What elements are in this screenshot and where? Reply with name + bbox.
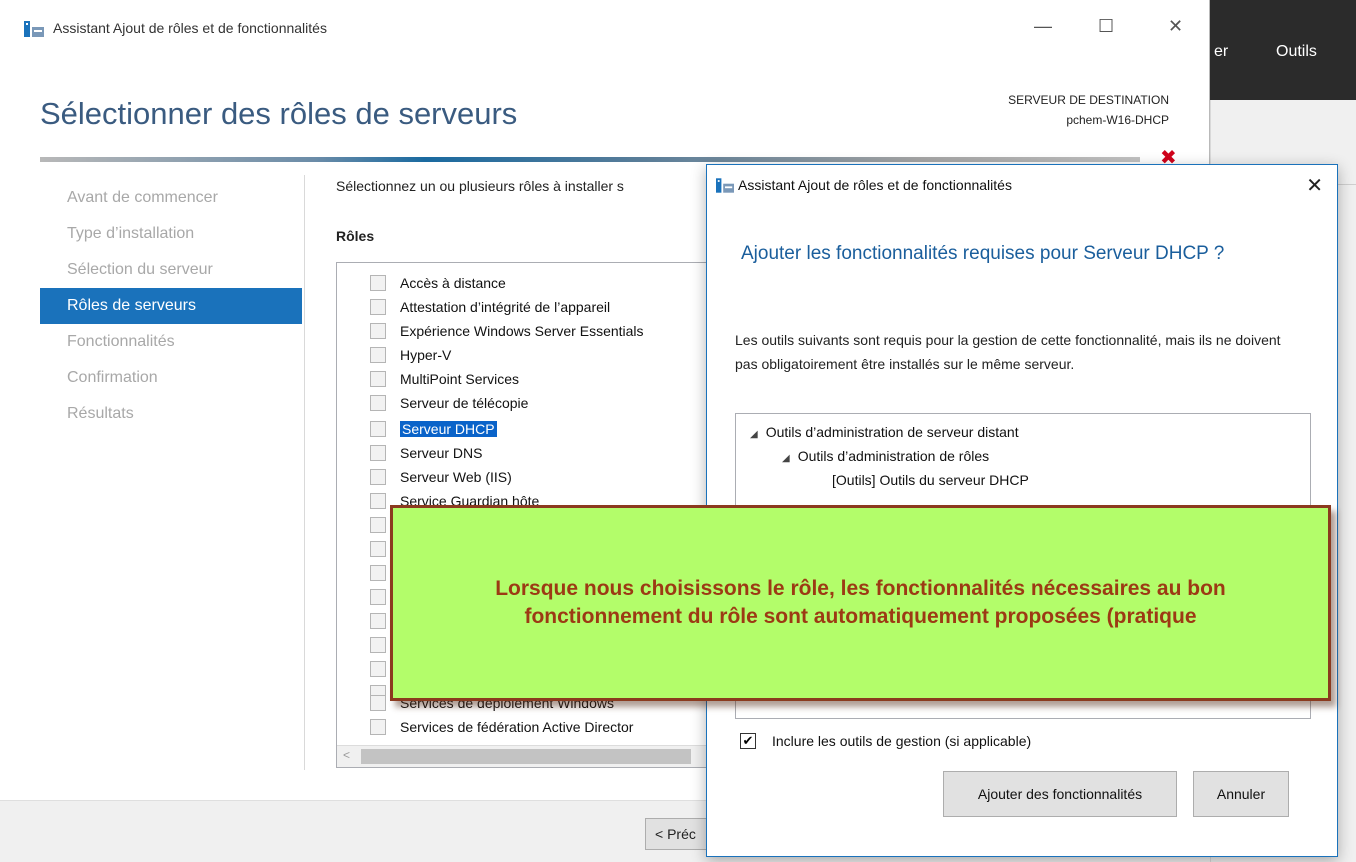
checkbox-icon[interactable] xyxy=(370,347,386,363)
toolbar-item-outils[interactable]: Outils xyxy=(1276,43,1317,61)
role-item[interactable]: Serveur DNS xyxy=(370,441,482,465)
destination-server-name: pchem-W16-DHCP xyxy=(1066,113,1169,127)
close-icon[interactable]: ✕ xyxy=(1168,16,1183,37)
role-item[interactable]: Hyper-V xyxy=(370,343,451,367)
checkbox-icon[interactable] xyxy=(370,395,386,411)
scrollbar-thumb[interactable] xyxy=(361,749,691,764)
instruction-text: Sélectionnez un ou plusieurs rôles à ins… xyxy=(336,178,624,194)
dialog-description: Les outils suivants sont requis pour la … xyxy=(735,332,1281,372)
checkbox-icon[interactable] xyxy=(370,371,386,387)
roles-header: Rôles xyxy=(336,228,375,244)
role-item-selected[interactable]: Serveur DHCP xyxy=(370,417,497,441)
toolbar-item-partial[interactable]: er xyxy=(1214,43,1228,61)
nav-item-fonctionnalites[interactable]: Fonctionnalités xyxy=(40,324,302,360)
checkbox-icon[interactable] xyxy=(370,613,386,629)
expand-triangle-icon[interactable]: ◢ xyxy=(750,429,758,440)
checkbox-icon[interactable] xyxy=(370,541,386,557)
checkbox-icon[interactable] xyxy=(370,469,386,485)
tree-item-dhcp-tools[interactable]: [Outils] Outils du serveur DHCP xyxy=(832,472,1029,488)
window-title: Assistant Ajout de rôles et de fonctionn… xyxy=(53,20,327,36)
previous-button[interactable]: < Préc xyxy=(645,818,715,850)
checkbox-icon[interactable] xyxy=(370,517,386,533)
maximize-icon[interactable]: ☐ xyxy=(1098,16,1114,37)
nav-item-confirmation[interactable]: Confirmation xyxy=(40,360,302,396)
header-divider xyxy=(40,157,1140,162)
wizard-nav: Avant de commencer Type d’installation S… xyxy=(40,180,302,432)
page-title: Sélectionner des rôles de serveurs xyxy=(40,96,518,131)
tree-item-rsat[interactable]: ◢ Outils d’administration de serveur dist… xyxy=(750,424,1019,440)
checkbox-icon[interactable] xyxy=(370,589,386,605)
checkbox-icon[interactable] xyxy=(370,299,386,315)
role-item[interactable]: Services de fédération Active Director xyxy=(370,715,633,739)
nav-divider xyxy=(304,175,305,770)
server-manager-icon xyxy=(716,178,734,193)
checkbox-icon[interactable] xyxy=(370,323,386,339)
checkbox-icon[interactable] xyxy=(370,661,386,677)
role-item[interactable]: Serveur de télécopie xyxy=(370,391,528,415)
annotation-callout: Lorsque nous choisissons le rôle, les fo… xyxy=(390,505,1331,701)
nav-item-selection-serveur[interactable]: Sélection du serveur xyxy=(40,252,302,288)
checkbox-icon[interactable] xyxy=(370,695,386,711)
checkbox-icon[interactable] xyxy=(370,275,386,291)
nav-item-type-installation[interactable]: Type d’installation xyxy=(40,216,302,252)
include-tools-label: Inclure les outils de gestion (si applic… xyxy=(772,733,1032,749)
server-manager-toolbar: er Outils xyxy=(1210,0,1356,100)
add-features-button[interactable]: Ajouter des fonctionnalités xyxy=(943,771,1177,817)
close-icon[interactable]: ✕ xyxy=(1306,173,1323,198)
expand-triangle-icon[interactable]: ◢ xyxy=(782,453,790,464)
role-item[interactable]: MultiPoint Services xyxy=(370,367,519,391)
server-manager-icon xyxy=(24,21,44,37)
cancel-button[interactable]: Annuler xyxy=(1193,771,1289,817)
checkbox-icon[interactable] xyxy=(370,493,386,509)
dialog-heading: Ajouter les fonctionnalités requises pou… xyxy=(741,243,1225,264)
annotation-text: Lorsque nous choisissons le rôle, les fo… xyxy=(495,577,1226,628)
nav-item-avant-de-commencer[interactable]: Avant de commencer xyxy=(40,180,302,216)
checkbox-icon[interactable] xyxy=(370,445,386,461)
dialog-title: Assistant Ajout de rôles et de fonctionn… xyxy=(738,177,1012,193)
tree-item-role-admin-tools[interactable]: ◢ Outils d’administration de rôles xyxy=(782,448,989,464)
checkbox-checked-icon[interactable]: ✔ xyxy=(740,733,756,749)
minimize-icon[interactable]: — xyxy=(1034,16,1052,37)
checkbox-icon[interactable] xyxy=(370,719,386,735)
checkbox-icon[interactable] xyxy=(370,565,386,581)
checkbox-icon[interactable] xyxy=(370,637,386,653)
destination-server-label: SERVEUR DE DESTINATION xyxy=(1008,93,1169,107)
role-item[interactable]: Attestation d’intégrité de l’appareil xyxy=(370,295,610,319)
scroll-left-icon[interactable]: < xyxy=(343,748,350,762)
horizontal-scrollbar[interactable]: < xyxy=(337,745,715,767)
role-item[interactable]: Expérience Windows Server Essentials xyxy=(370,319,644,343)
include-tools-option[interactable]: ✔ Inclure les outils de gestion (si appl… xyxy=(740,733,1031,749)
nav-item-resultats[interactable]: Résultats xyxy=(40,396,302,432)
role-item[interactable]: Accès à distance xyxy=(370,271,506,295)
role-item[interactable]: Serveur Web (IIS) xyxy=(370,465,512,489)
checkbox-icon[interactable] xyxy=(370,421,386,437)
dialog-titlebar: Assistant Ajout de rôles et de fonctionn… xyxy=(707,165,1337,207)
nav-item-roles-serveurs[interactable]: Rôles de serveurs xyxy=(40,288,302,324)
